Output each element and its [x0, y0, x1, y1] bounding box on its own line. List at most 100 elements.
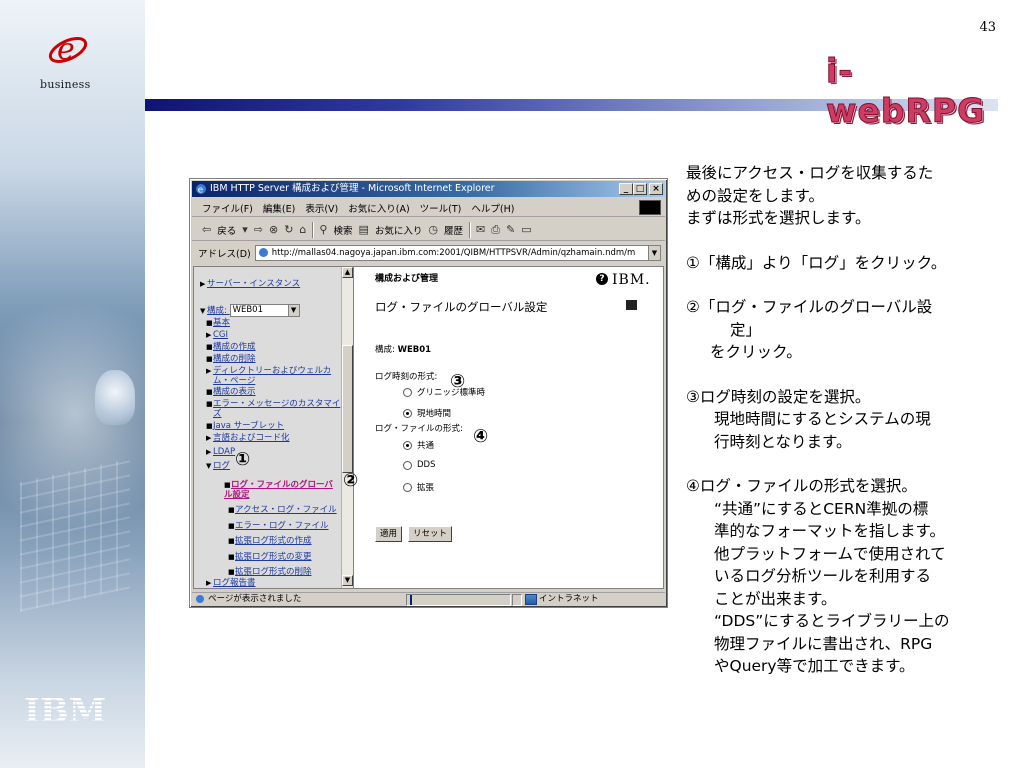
search-button[interactable]: 検索 — [333, 223, 352, 237]
scroll-up-icon[interactable]: ▲ — [342, 267, 353, 278]
favorites-button[interactable]: お気に入り — [375, 223, 423, 237]
menu-help[interactable]: ヘルプ(H) — [471, 201, 514, 215]
ibm-logo-icon: IBM — [24, 691, 106, 726]
nav-item-directory[interactable]: ▶ ディレクトリーおよびウェルカ — [206, 366, 331, 376]
nav-subitem-error-log[interactable]: ■エラー・ログ・ファイル — [228, 521, 329, 531]
dropdown-icon[interactable]: ▾ — [242, 223, 248, 236]
mail-icon[interactable]: ✉ — [476, 223, 485, 236]
hand-pointer-image — [95, 370, 135, 425]
nav-subitem-log-global-cont[interactable]: ル設定 — [224, 490, 250, 500]
close-button[interactable]: × — [649, 183, 663, 195]
marker-4: ④ — [473, 426, 489, 447]
config-select[interactable]: WEB01 ▼ — [229, 304, 300, 317]
radio-gmt[interactable]: グリニッジ標準時 — [403, 386, 485, 398]
print-icon[interactable]: ⎙ — [491, 223, 500, 237]
e-business-caption: business — [40, 78, 91, 91]
nav-subitem-label: 拡張ログ形式の削除 — [235, 567, 312, 577]
radio-button[interactable] — [403, 460, 412, 470]
back-button[interactable]: 戻る — [217, 223, 236, 237]
menu-tools[interactable]: ツール(T) — [420, 201, 462, 215]
address-input[interactable]: http://mallas04.nagoya.japan.ibm.com:200… — [254, 245, 661, 261]
address-label: アドレス(D) — [198, 249, 251, 260]
keyboard-image — [20, 458, 130, 612]
history-button[interactable]: 履歴 — [444, 223, 463, 237]
nav-item-error-messages[interactable]: ■エラー・メッセージのカスタマイ — [206, 399, 340, 409]
status-progress-cell — [406, 594, 511, 606]
nav-server-instance[interactable]: ▶ サーバー・インスタンス — [200, 279, 300, 289]
nav-item-label: エラー・メッセージのカスタマイ — [213, 399, 341, 409]
radio-common[interactable]: 共通 — [403, 439, 434, 451]
radio-button[interactable] — [403, 387, 412, 397]
nav-item-label: CGI — [213, 330, 229, 340]
apply-button[interactable]: 適用 — [375, 526, 403, 542]
address-dropdown-icon[interactable]: ▼ — [648, 246, 660, 260]
nav-subitem-change-ext-format[interactable]: ■拡張ログ形式の変更 — [228, 552, 312, 562]
radio-dds[interactable]: DDS — [403, 460, 436, 470]
nav-subitem-delete-ext-format[interactable]: ■拡張ログ形式の削除 — [228, 567, 312, 577]
page-done-icon — [196, 595, 204, 603]
back-arrow-icon[interactable]: ⇦ — [202, 223, 211, 236]
nav-item-show-config[interactable]: ■構成の表示 — [206, 387, 256, 397]
nav-item-language[interactable]: ▶ 言語およびコード化 — [206, 433, 290, 443]
home-icon[interactable]: ⌂ — [299, 223, 306, 236]
nav-item-delete-config[interactable]: ■構成の削除 — [206, 354, 256, 364]
note-line: ②「ログ・ファイルのグローバル設 — [686, 298, 933, 316]
nav-item-log-report[interactable]: ▶ ログ報告書 — [206, 578, 256, 588]
nav-item-create-config[interactable]: ■構成の作成 — [206, 342, 256, 352]
nav-subitem-label: 拡張ログ形式の変更 — [235, 552, 312, 562]
status-bar: ページが表示されました イントラネット — [192, 592, 665, 606]
svg-text:e: e — [198, 186, 204, 196]
search-icon[interactable]: ⚲ — [319, 223, 327, 236]
forward-arrow-icon[interactable]: ⇨ — [254, 223, 263, 236]
note-line: ③ログ時刻の設定を選択。 — [686, 387, 871, 406]
nav-item-cgi[interactable]: ▶ CGI — [206, 330, 228, 340]
radio-extended[interactable]: 拡張 — [403, 481, 434, 493]
note-line: をクリック。 — [710, 343, 802, 361]
history-icon[interactable]: ◷ — [428, 223, 438, 236]
book-icon[interactable] — [626, 300, 637, 310]
nav-item-ldap[interactable]: ▶ LDAP — [206, 447, 235, 457]
reset-button[interactable]: リセット — [408, 526, 453, 542]
scroll-thumb[interactable] — [342, 345, 353, 473]
menu-view[interactable]: 表示(V) — [305, 201, 338, 215]
menu-favorites[interactable]: お気に入り(A) — [348, 201, 409, 215]
nav-item-java-servlet[interactable]: ■Java サーブレット — [206, 421, 284, 431]
radio-button[interactable] — [403, 440, 412, 450]
svg-text:e: e — [57, 32, 75, 67]
minimize-button[interactable]: _ — [619, 183, 633, 195]
browser-titlebar: e IBM HTTP Server 構成および管理 - Microsoft In… — [192, 181, 665, 197]
nav-item-directory-cont[interactable]: ム・ページ — [213, 376, 255, 386]
menu-edit[interactable]: 編集(E) — [263, 201, 295, 215]
note-step-3: ③ログ時刻の設定を選択。 現地時間にするとシステムの現 行時刻となります。 — [686, 386, 1002, 454]
nav-scrollbar[interactable]: ▲ ▼ — [341, 267, 353, 588]
favorites-icon[interactable]: ▤ — [358, 223, 368, 236]
note-line: 定」 — [730, 320, 762, 339]
nav-item-label: 言語およびコード化 — [213, 433, 290, 443]
nav-subitem-access-log[interactable]: ■アクセス・ログ・ファイル — [228, 505, 337, 515]
menu-file[interactable]: ファイル(F) — [202, 201, 253, 215]
edit-icon[interactable]: ✎ — [506, 223, 515, 236]
nav-subitem-log-global[interactable]: ■ログ・ファイルのグローバ — [224, 480, 333, 490]
browser-window: e IBM HTTP Server 構成および管理 - Microsoft In… — [189, 178, 668, 608]
address-bar: アドレス(D) http://mallas04.nagoya.japan.ibm… — [192, 243, 665, 263]
nav-subitem-create-ext-format[interactable]: ■拡張ログ形式の作成 — [228, 536, 312, 546]
stop-icon[interactable]: ⊗ — [269, 223, 278, 236]
scroll-down-icon[interactable]: ▼ — [342, 575, 353, 586]
nav-item-log[interactable]: ▼ ログ — [206, 461, 230, 471]
discuss-icon[interactable]: ▭ — [521, 223, 531, 236]
chevron-down-icon[interactable]: ▼ — [287, 305, 299, 316]
nav-item-error-messages-cont[interactable]: ズ — [213, 409, 222, 419]
help-icon[interactable]: ? — [596, 273, 608, 285]
nav-config[interactable]: ▼ 構成: WEB01 ▼ — [200, 304, 300, 317]
nav-item-basic[interactable]: ■基本 — [206, 318, 230, 328]
page-number: 43 — [979, 20, 996, 35]
note-step-1: ①「構成」より「ログ」をクリック。 — [686, 252, 1002, 275]
maximize-button[interactable]: □ — [633, 183, 647, 195]
note-line: いるログ分析ツールを利用する — [714, 567, 932, 585]
radio-button[interactable] — [403, 408, 412, 418]
ie-icon: e — [196, 184, 206, 196]
radio-local-time[interactable]: 現地時間 — [403, 407, 451, 419]
refresh-icon[interactable]: ↻ — [284, 223, 293, 236]
radio-button[interactable] — [403, 482, 412, 492]
config-select-value: WEB01 — [232, 305, 264, 315]
